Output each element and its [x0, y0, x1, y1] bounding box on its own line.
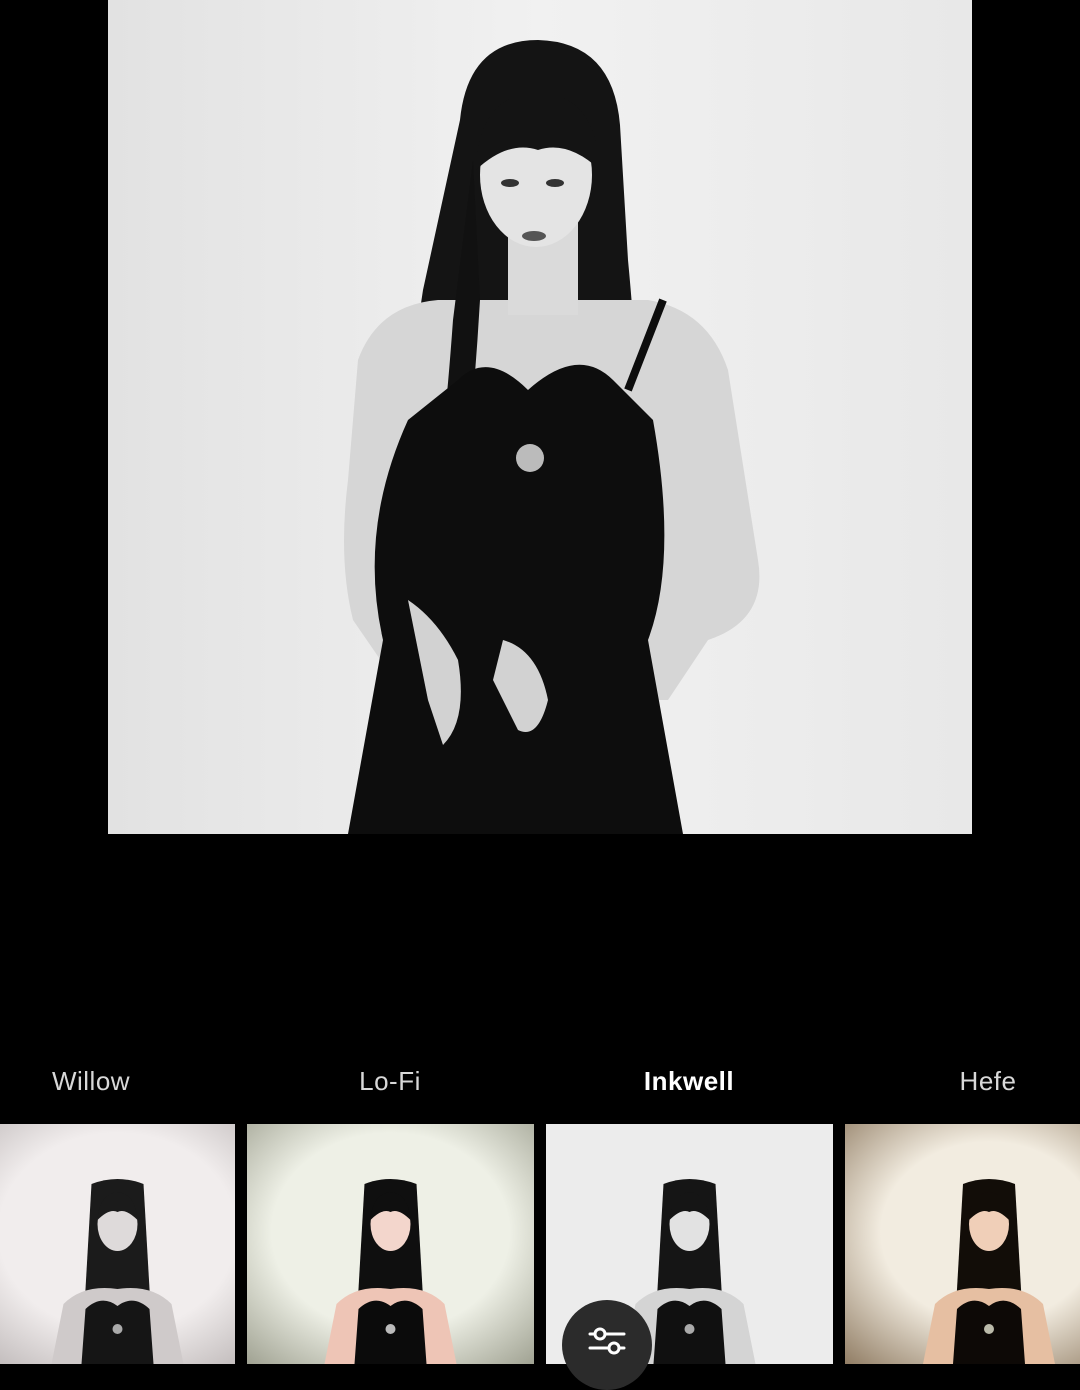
filter-thumbnail-lofi[interactable]: [247, 1124, 534, 1364]
filter-labels: Willow Lo-Fi Inkwell Hefe: [0, 1060, 1080, 1106]
photo-preview: [108, 0, 972, 834]
sliders-icon: [588, 1327, 626, 1355]
adjust-filter-button[interactable]: [562, 1300, 652, 1390]
filter-label-inkwell[interactable]: Inkwell: [644, 1066, 734, 1097]
thumbnail-photo: [0, 1124, 235, 1364]
filter-label-willow[interactable]: Willow: [52, 1066, 130, 1097]
filter-thumbnail-willow[interactable]: [0, 1124, 235, 1364]
preview-photo: [108, 0, 972, 834]
thumbnail-photo: [247, 1124, 534, 1364]
thumbnail-photo: [845, 1124, 1080, 1364]
filter-label-lofi[interactable]: Lo-Fi: [359, 1066, 421, 1097]
filter-label-hefe[interactable]: Hefe: [960, 1066, 1017, 1097]
filter-thumbnail-hefe[interactable]: [845, 1124, 1080, 1364]
